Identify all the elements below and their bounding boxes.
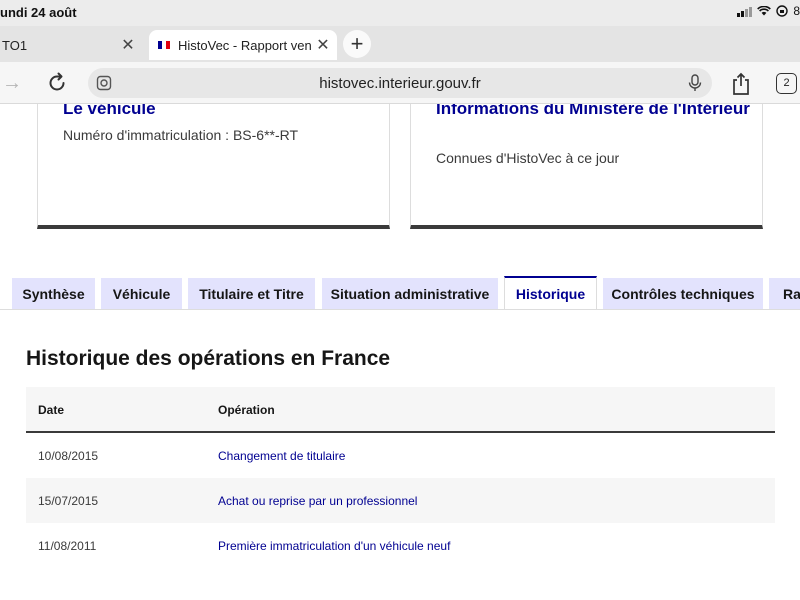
ministry-info-card-text: Connues d'HistoVec à ce jour	[436, 150, 620, 166]
tab-titulaire-et-titre[interactable]: Titulaire et Titre	[188, 278, 315, 310]
row-operation[interactable]: Changement de titulaire	[218, 449, 345, 463]
row-date: 15/07/2015	[38, 494, 99, 508]
row-date: 10/08/2015	[38, 449, 99, 463]
table-row: 10/08/2015 Changement de titulaire	[26, 433, 775, 478]
table-row: 15/07/2015 Achat ou reprise par un profe…	[26, 478, 775, 523]
browser-tab-inactive[interactable]: TO1 ✕	[0, 30, 145, 60]
tab-controles-techniques[interactable]: Contrôles techniques	[603, 278, 763, 310]
status-time: undi 24 août	[0, 5, 77, 20]
vehicle-card: Le véhicule Numéro d'immatriculation : B…	[37, 96, 390, 229]
reload-icon[interactable]	[46, 72, 68, 94]
panel-title: Historique des opérations en France	[26, 347, 391, 370]
tab-situation-administrative[interactable]: Situation administrative	[322, 278, 498, 310]
tabs-divider	[0, 309, 800, 310]
tabs-overview-button[interactable]: 2	[776, 73, 797, 94]
orientation-lock-icon	[776, 5, 789, 17]
tab-rapport[interactable]: Rap	[769, 278, 800, 310]
battery-level: 8	[793, 4, 800, 18]
table-row: 11/08/2011 Première immatriculation d'un…	[26, 523, 775, 568]
row-operation[interactable]: Achat ou reprise par un professionnel	[218, 494, 417, 508]
address-bar: → histovec.interieur.gouv.fr 2	[0, 62, 800, 104]
column-header-operation: Opération	[218, 403, 275, 417]
table-header: Date Opération	[26, 387, 775, 433]
url-text: histovec.interieur.gouv.fr	[319, 75, 481, 92]
row-operation[interactable]: Première immatriculation d'un véhicule n…	[218, 539, 450, 553]
registration-number-text: Numéro d'immatriculation : BS-6**-RT	[63, 127, 299, 143]
wifi-icon	[757, 6, 772, 16]
cellular-signal-icon	[737, 6, 753, 17]
tab-vehicule[interactable]: Véhicule	[101, 278, 182, 310]
browser-tab-active[interactable]: HistoVec - Rapport vendeur ✕	[149, 30, 337, 60]
url-field[interactable]: histovec.interieur.gouv.fr	[88, 68, 712, 98]
ministry-info-card: Informations du Ministère de l'Intérieur…	[410, 96, 763, 229]
browser-tab-label: HistoVec - Rapport vendeur	[178, 38, 312, 53]
close-icon[interactable]: ✕	[315, 37, 331, 54]
new-tab-button[interactable]: +	[343, 30, 371, 58]
forward-arrow-icon[interactable]: →	[2, 72, 24, 94]
status-bar: undi 24 août 8	[0, 0, 800, 26]
tab-historique[interactable]: Historique	[504, 276, 597, 310]
close-icon[interactable]: ✕	[120, 37, 136, 54]
column-header-date: Date	[38, 403, 65, 417]
row-date: 11/08/2011	[38, 539, 97, 553]
share-icon[interactable]	[730, 72, 752, 96]
history-table: Date Opération 10/08/2015 Changement de …	[26, 387, 775, 568]
browser-tab-bar: TO1 ✕ HistoVec - Rapport vendeur ✕	[0, 26, 800, 62]
french-flag-icon	[158, 41, 170, 49]
tab-synthese[interactable]: Synthèse	[12, 278, 95, 310]
status-icons: 8	[737, 4, 800, 18]
browser-tab-label: TO1	[2, 38, 28, 53]
microphone-icon[interactable]	[688, 74, 702, 92]
report-tabs: Synthèse Véhicule Titulaire et Titre Sit…	[0, 276, 800, 310]
